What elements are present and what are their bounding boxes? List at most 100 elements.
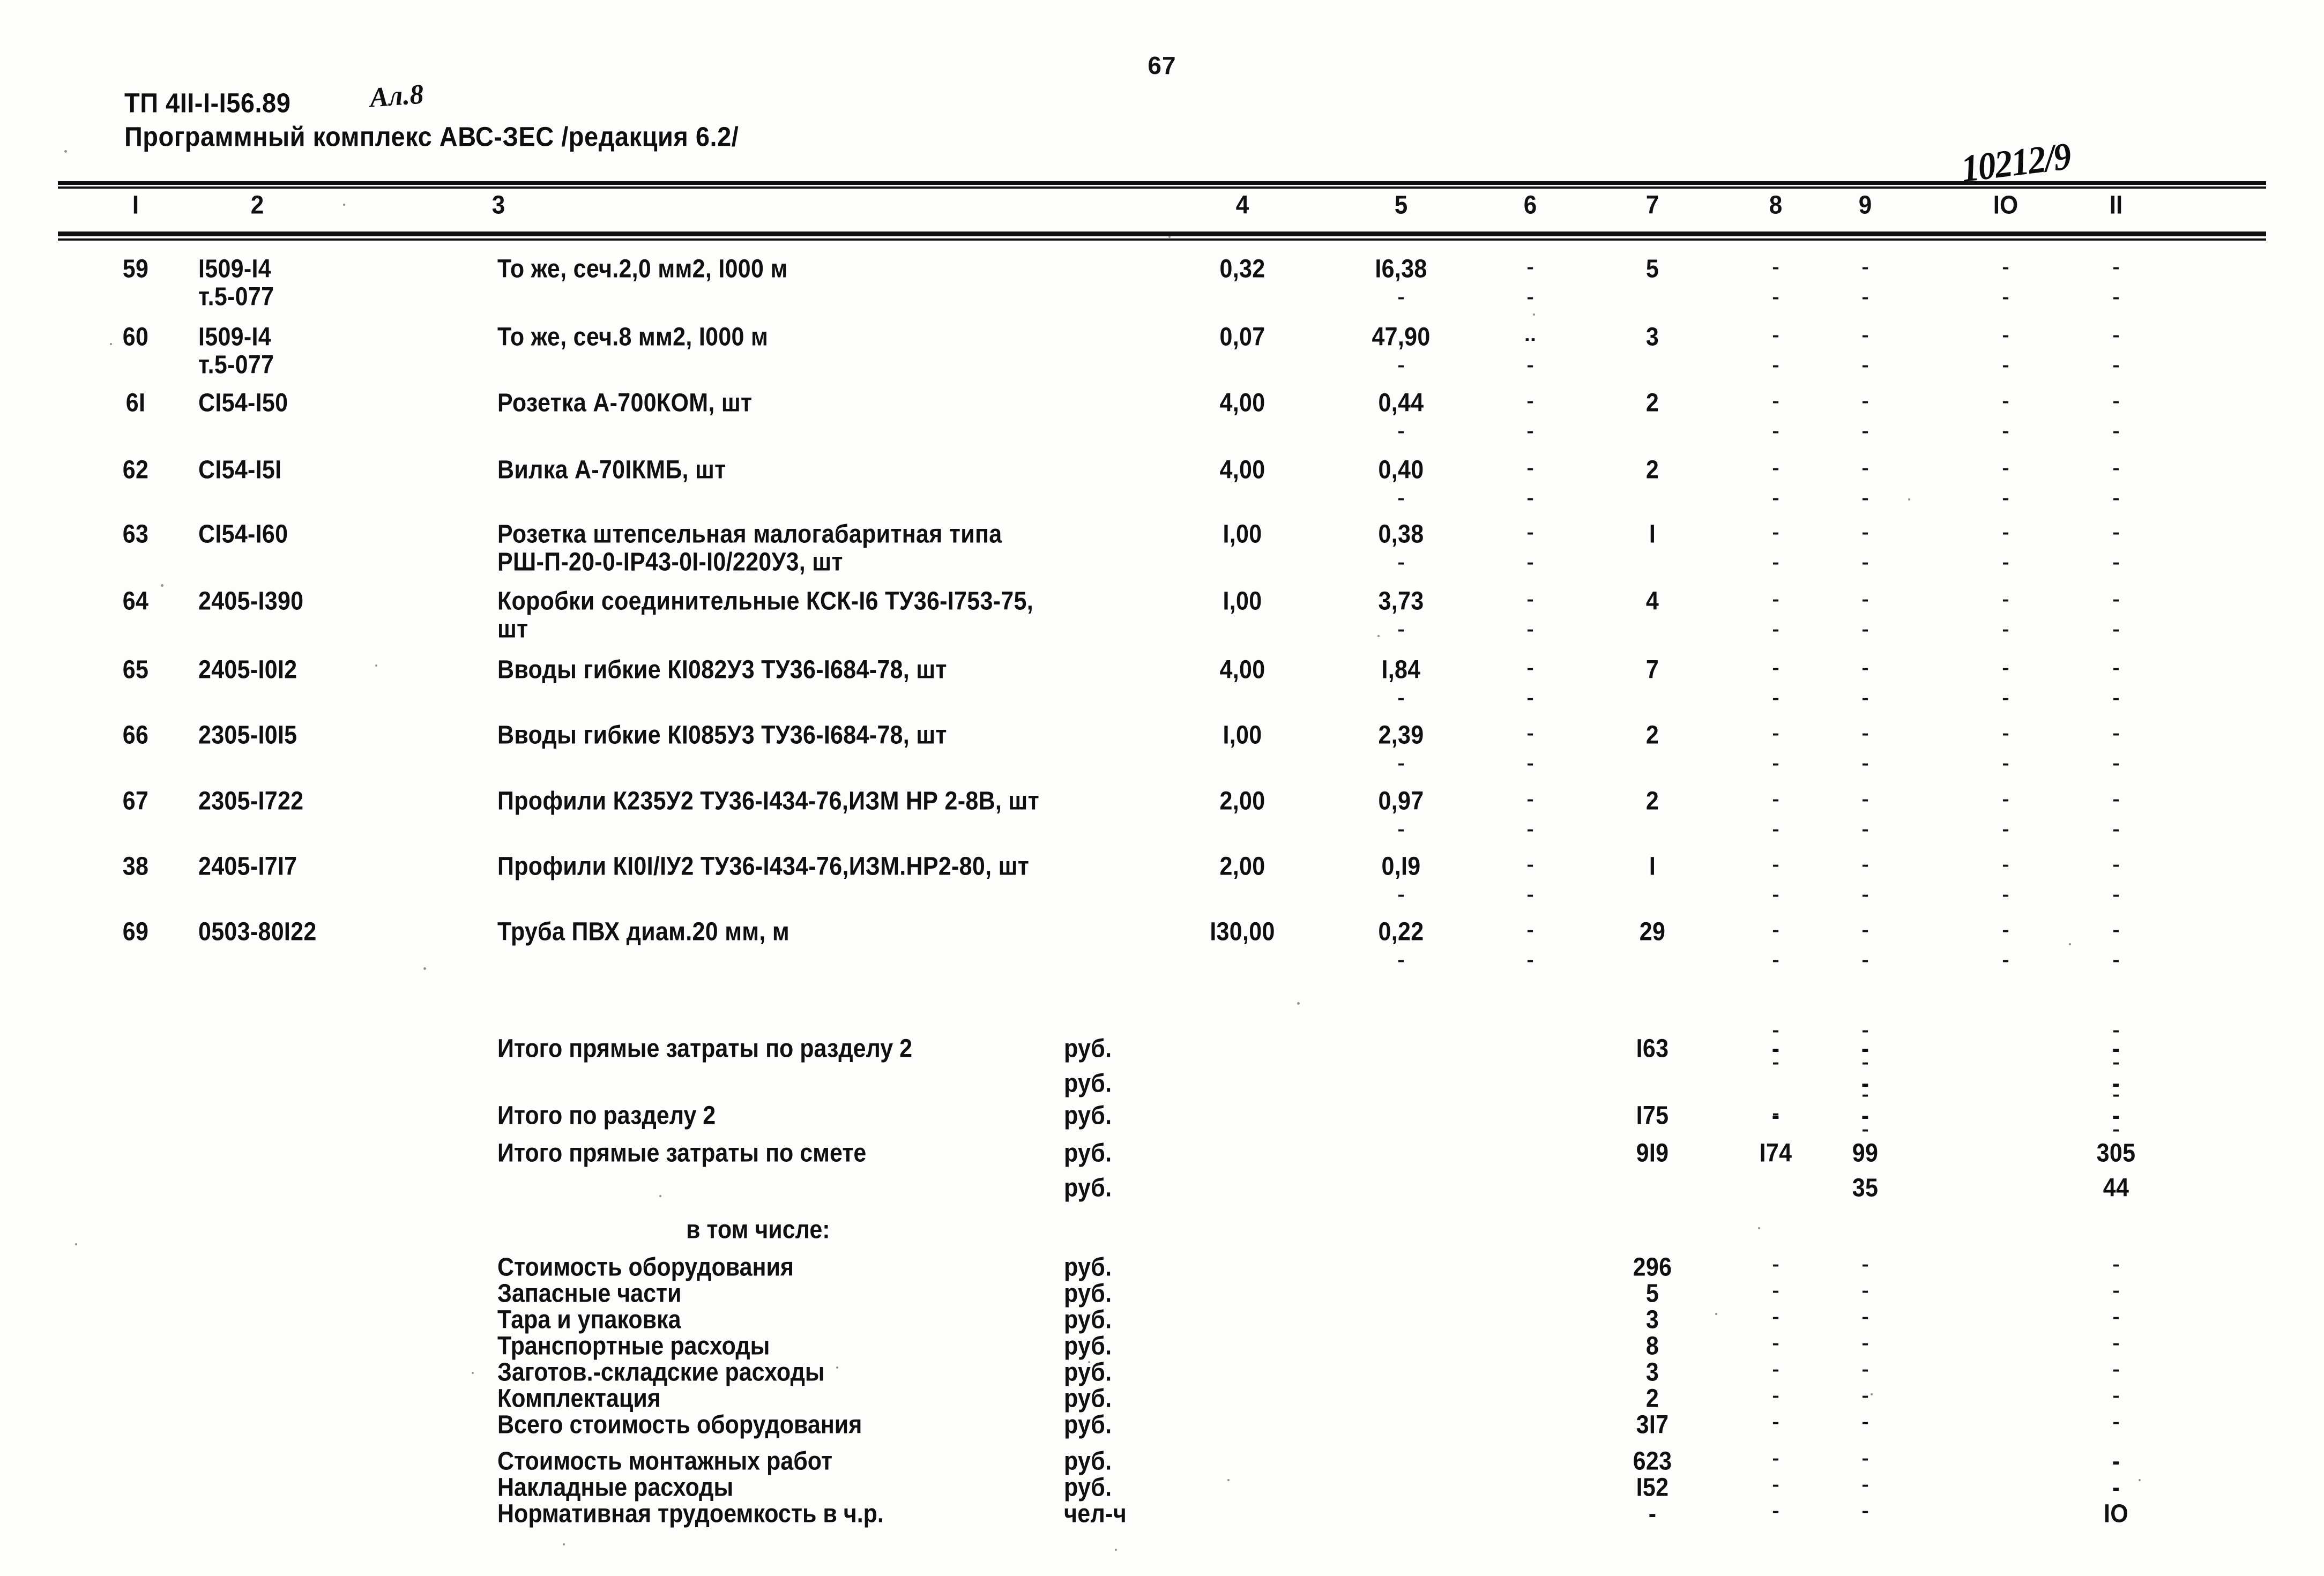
table-top-rule-thick [58, 181, 2266, 185]
summary-unit: руб. [1064, 1034, 1112, 1063]
scan-speck [836, 1366, 838, 1369]
interrow-dash-c11: - [2112, 422, 2120, 441]
row-code: CI54-I5I [198, 455, 282, 484]
scan-speck [1871, 1393, 1873, 1395]
scan-speck [2069, 943, 2071, 945]
interrow-dash-c11: - [2112, 820, 2120, 839]
interrow-dash-c11: - [2112, 689, 2120, 708]
summary-unit: руб. [1064, 1174, 1112, 1202]
summary-stray-dash: - [2112, 1053, 2120, 1072]
summary-unit: руб. [1064, 1139, 1112, 1168]
row-col11-value: - [2112, 258, 2120, 277]
scan-speck [1297, 1002, 1300, 1005]
scan-speck [2139, 1479, 2141, 1481]
breakdown-col11: - [2112, 1334, 2120, 1353]
row-code: I509-I4 [198, 255, 271, 283]
footer-col11: IO [2104, 1499, 2128, 1528]
row-description: Труба ПВХ диам.20 мм, м [497, 917, 790, 946]
breakdown-label: Тара и упаковка [497, 1305, 681, 1334]
breakdown-label: Комплектация [497, 1384, 661, 1413]
row-description: Профили К235У2 ТУ36-I434-76,ИЗМ НР 2-8В,… [497, 787, 1039, 816]
breakdown-col11: - [2112, 1413, 2120, 1432]
scan-speck [1377, 635, 1380, 637]
row-col11-value: - [2112, 523, 2120, 542]
summary-stray-dash: - [2112, 1021, 2120, 1040]
row-description: Профили КI0I/IУ2 ТУ36-I434-76,ИЗМ.НР2-80… [497, 852, 1030, 881]
interrow-dash-c11: - [2112, 951, 2120, 970]
scan-speck [1168, 236, 1171, 238]
scan-speck [472, 1372, 474, 1374]
summary-col11: 44 [2103, 1174, 2129, 1202]
row-code: 2305-I0I5 [198, 721, 297, 750]
breakdown-col11: - [2112, 1281, 2120, 1301]
row-code-secondary: т.5-077 [198, 350, 274, 379]
breakdown-label: Всего стоимость оборудования [497, 1410, 862, 1439]
row-code: 2405-I390 [198, 587, 304, 616]
scan-speck [1227, 1479, 1230, 1481]
row-col11-value: - [2112, 590, 2120, 609]
row-description: Вводы гибкие КI082У3 ТУ36-I684-78, шт [497, 655, 947, 684]
scan-speck [423, 967, 426, 970]
table-header-rule-thin [58, 238, 2266, 241]
row-code: 0503-80I22 [198, 917, 317, 946]
interrow-dash-c11: - [2112, 885, 2120, 905]
interrow-dash-c11: - [2112, 620, 2120, 639]
row-col11-value: - [2112, 459, 2120, 478]
footer-label: Накладные расходы [497, 1473, 734, 1502]
footer-label: Нормативная трудоемкость в ч.р. [497, 1499, 884, 1528]
scan-speck [64, 150, 67, 153]
breakdown-col11: - [2112, 1308, 2120, 1327]
summary-col11: 305 [2096, 1139, 2136, 1168]
row-col11-value: - [2112, 326, 2120, 345]
row-col11-value: - [2112, 855, 2120, 875]
interrow-dash-c11: - [2112, 553, 2120, 572]
breakdown-label: Заготов.-складские расходы [497, 1358, 825, 1387]
album-annotation: Ал.8 [369, 79, 425, 114]
row-col11-value: - [2112, 659, 2120, 678]
breakdown-unit: руб. [1064, 1253, 1112, 1282]
row-description: Розетка штепсельная малогабаритная типа [497, 520, 1002, 549]
row-description: То же, сеч.2,0 мм2, I000 м [497, 255, 788, 283]
row-code: I509-I4 [198, 323, 271, 352]
row-code: 2405-I7I7 [198, 852, 297, 881]
row-col11-value: - [2112, 921, 2120, 940]
breakdown-label: Транспортные расходы [497, 1332, 770, 1361]
scan-speck [75, 1243, 77, 1245]
table-header-rule-thick [58, 231, 2266, 236]
breakdown-col11: - [2112, 1255, 2120, 1274]
scan-speck [1908, 498, 1910, 501]
row-description: То же, сеч.8 мм2, I000 м [497, 323, 769, 352]
software-complex-header: Программный комплекс АВС-ЗЕС /редакция 6… [124, 121, 739, 152]
scan-speck [1533, 313, 1535, 316]
row-col11-value: - [2112, 724, 2120, 743]
footer-col11: - [2112, 1473, 2120, 1502]
footer-unit: руб. [1064, 1473, 1112, 1502]
summary-unit: руб. [1064, 1101, 1112, 1130]
breakdown-col11: - [2112, 1360, 2120, 1379]
breakdown-unit: руб. [1064, 1332, 1112, 1361]
document-code-header: ТП 4II-I-I56.89 [124, 87, 291, 118]
scan-speck [343, 204, 345, 206]
scan-speck [161, 584, 163, 587]
summary-label: Итого прямые затраты по разделу 2 [497, 1034, 913, 1063]
row-code: 2405-I0I2 [198, 655, 297, 684]
row-code: 2305-I722 [198, 787, 304, 816]
scan-speck [110, 343, 112, 345]
footer-unit: чел-ч [1064, 1499, 1127, 1528]
scan-speck [1115, 1549, 1117, 1551]
interrow-dash-c11: - [2112, 489, 2120, 508]
breakdown-label: Запасные части [497, 1279, 682, 1308]
breakdown-unit: руб. [1064, 1410, 1112, 1439]
summary-stray-dash: - [2112, 1085, 2120, 1104]
scan-speck [1758, 1227, 1760, 1229]
row-description-cont: шт [497, 615, 528, 644]
summary-label: Итого по разделу 2 [497, 1101, 716, 1130]
scan-speck [825, 536, 828, 538]
row-description-cont: РШ-П-20-0-IР43-0I-I0/220У3, шт [497, 548, 843, 577]
row-description: Вилка А-70IКМБ, шт [497, 455, 726, 484]
scan-speck [375, 664, 377, 667]
interrow-dash-c11: - [2112, 288, 2120, 307]
summary-label: Итого прямые затраты по смете [497, 1139, 867, 1168]
scan-speck [1715, 1313, 1717, 1315]
breakdown-label: Стоимость оборудования [497, 1253, 794, 1282]
